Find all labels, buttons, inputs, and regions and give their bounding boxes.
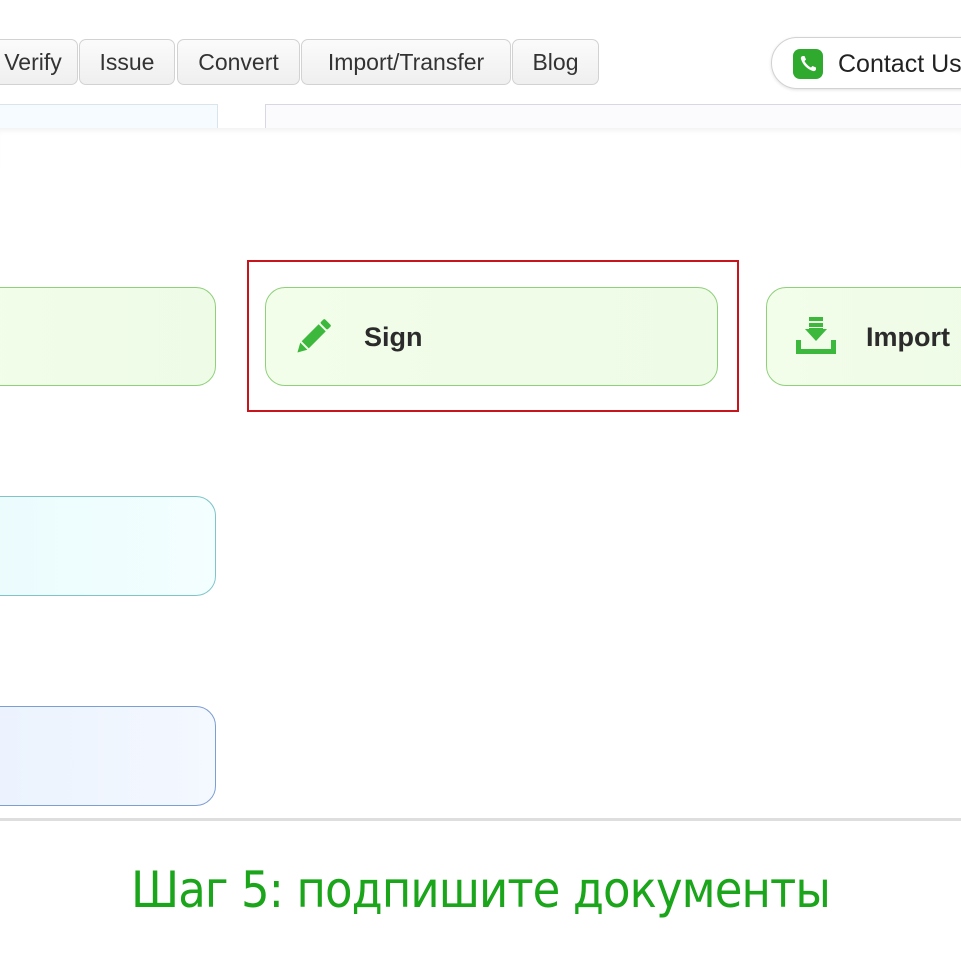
import-label: Import: [866, 322, 950, 352]
phone-icon: [793, 49, 823, 79]
import-button[interactable]: Import: [766, 287, 961, 386]
tab-issue[interactable]: Issue: [79, 39, 175, 85]
action-card-left-green[interactable]: [0, 287, 216, 386]
tab-import-transfer[interactable]: Import/Transfer: [301, 39, 511, 85]
pencil-icon: [297, 319, 331, 353]
screenshot-page: Verify Issue Convert Import/Transfer Blo…: [0, 0, 961, 961]
sign-label: Sign: [364, 322, 423, 352]
action-card-left-blue[interactable]: [0, 706, 216, 806]
contact-us-label: Contact Us: [838, 50, 961, 78]
download-icon: [796, 317, 836, 354]
step-caption: Шаг 5: подпишите документы: [131, 861, 831, 919]
content-top-edge: [0, 128, 961, 168]
contact-us-button[interactable]: Contact Us: [771, 37, 961, 89]
sign-button[interactable]: Sign: [265, 287, 718, 386]
tab-blog[interactable]: Blog: [512, 39, 599, 85]
action-card-left-cyan[interactable]: [0, 496, 216, 596]
caption-bar: Шаг 5: подпишите документы: [0, 818, 961, 961]
tab-verify[interactable]: Verify: [0, 39, 78, 85]
tab-convert[interactable]: Convert: [177, 39, 300, 85]
